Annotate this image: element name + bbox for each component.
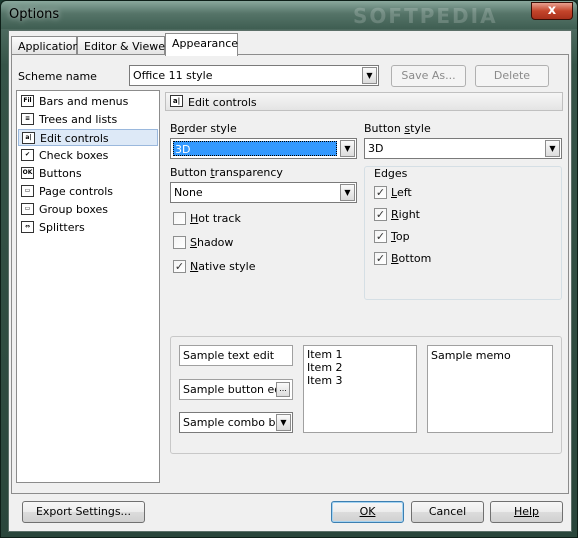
tab-appearance[interactable]: Appearance bbox=[165, 33, 238, 56]
list-item-page-controls[interactable]: ▭ Page controls bbox=[18, 183, 158, 200]
list-item[interactable]: Item 2 bbox=[307, 361, 343, 374]
title-bar[interactable]: Options SOFTPEDIA x bbox=[1, 1, 577, 29]
export-settings-button[interactable]: Export Settings... bbox=[22, 501, 145, 523]
tab-editor-viewers[interactable]: Editor & Viewers bbox=[77, 36, 175, 55]
tab-label: Appearance bbox=[172, 37, 239, 50]
close-icon: x bbox=[547, 3, 557, 18]
sample-button-edit-value: Sample button edit bbox=[183, 383, 289, 396]
list-item-trees-and-lists[interactable]: ≡ Trees and lists bbox=[18, 111, 158, 128]
close-button[interactable]: x bbox=[531, 2, 573, 20]
border-style-value: 3D bbox=[173, 141, 337, 156]
page-control-icon: ▭ bbox=[21, 185, 34, 197]
sample-text-edit-value: Sample text edit bbox=[183, 349, 275, 362]
checkbox-box[interactable] bbox=[173, 212, 186, 225]
check-icon[interactable]: ✓ bbox=[374, 252, 387, 265]
ok-label: OK bbox=[359, 505, 376, 518]
checkbox-label: Top bbox=[391, 230, 410, 243]
checkbox-label: Bottom bbox=[391, 252, 432, 265]
check-icon[interactable]: ✓ bbox=[374, 208, 387, 221]
checkbox-box[interactable] bbox=[173, 236, 186, 249]
check-icon[interactable]: ✓ bbox=[374, 186, 387, 199]
ok-button[interactable]: OK bbox=[331, 501, 404, 523]
border-style-label: Border style bbox=[170, 122, 237, 135]
window-title: Options bbox=[9, 7, 60, 22]
sample-button-edit[interactable]: Sample button edit ... bbox=[179, 379, 293, 400]
scheme-name-combo[interactable]: Office 11 style ▼ bbox=[129, 65, 379, 86]
button-style-label: Button style bbox=[364, 122, 431, 135]
checkbox-label: Shadow bbox=[190, 236, 234, 249]
chevron-down-icon[interactable]: ▼ bbox=[362, 67, 377, 84]
border-style-combo[interactable]: 3D ▼ bbox=[170, 138, 357, 159]
check-icon[interactable]: ✓ bbox=[374, 230, 387, 243]
list-item-label: Group boxes bbox=[39, 203, 109, 216]
checkbox-label: Left bbox=[391, 186, 412, 199]
button-style-value: 3D bbox=[368, 142, 384, 155]
button-transparency-combo[interactable]: None ▼ bbox=[170, 182, 357, 203]
sample-combo-box[interactable]: Sample combo box ▼ bbox=[179, 412, 293, 433]
button-transparency-label: Button transparency bbox=[170, 166, 283, 179]
delete-button[interactable]: Delete bbox=[475, 65, 549, 87]
chevron-down-icon[interactable]: ▼ bbox=[340, 184, 355, 201]
edges-title: Edges bbox=[374, 167, 408, 180]
checkbox-icon: ✔ bbox=[21, 149, 34, 161]
list-item-label: Trees and lists bbox=[39, 113, 118, 126]
section-title: Edit controls bbox=[188, 96, 257, 109]
list-item-check-boxes[interactable]: ✔ Check boxes bbox=[18, 147, 158, 164]
list-item-splitters[interactable]: ⇔ Splitters bbox=[18, 219, 158, 236]
splitter-icon: ⇔ bbox=[21, 221, 34, 233]
chevron-down-icon[interactable]: ▼ bbox=[276, 414, 291, 431]
list-item-label: Splitters bbox=[39, 221, 85, 234]
group-box-icon: ▭ bbox=[21, 203, 34, 215]
cancel-button[interactable]: Cancel bbox=[411, 501, 484, 523]
checkbox-label: Hot track bbox=[190, 212, 241, 225]
list-item-group-boxes[interactable]: ▭ Group boxes bbox=[18, 201, 158, 218]
list-item-edit-controls[interactable]: a| Edit controls bbox=[18, 129, 158, 146]
help-button[interactable]: Help bbox=[490, 501, 563, 523]
chevron-down-icon[interactable]: ▼ bbox=[340, 140, 355, 157]
help-label: Help bbox=[513, 505, 540, 518]
list-item[interactable]: Item 3 bbox=[307, 374, 343, 387]
button-transparency-value: None bbox=[174, 186, 203, 199]
menu-icon: Fil bbox=[21, 95, 34, 107]
button-style-combo[interactable]: 3D ▼ bbox=[364, 138, 562, 159]
section-header: a| Edit controls bbox=[165, 92, 563, 111]
ellipsis-icon[interactable]: ... bbox=[276, 382, 290, 397]
list-item-label: Edit controls bbox=[40, 132, 109, 145]
sample-memo-value: Sample memo bbox=[431, 349, 511, 362]
appearance-panel: Scheme name Office 11 style ▼ Save As...… bbox=[11, 54, 569, 494]
watermark: SOFTPEDIA bbox=[353, 4, 498, 28]
tab-label: Application bbox=[18, 40, 80, 53]
chevron-down-icon[interactable]: ▼ bbox=[545, 140, 560, 157]
checkbox-label: Right bbox=[391, 208, 420, 221]
sample-memo[interactable]: Sample memo bbox=[427, 345, 553, 433]
list-item-buttons[interactable]: OK Buttons bbox=[18, 165, 158, 182]
sample-combo-box-value: Sample combo box bbox=[183, 416, 289, 429]
list-item-label: Check boxes bbox=[39, 149, 109, 162]
list-item-label: Page controls bbox=[39, 185, 113, 198]
dialog-client: Application Editor & Viewers Appearance … bbox=[8, 30, 572, 532]
scheme-name-value: Office 11 style bbox=[133, 69, 213, 82]
tab-label: Editor & Viewers bbox=[84, 40, 176, 53]
options-window: Options SOFTPEDIA x Application Editor &… bbox=[0, 0, 578, 538]
edit-control-icon: a| bbox=[22, 132, 35, 144]
tab-application[interactable]: Application bbox=[11, 36, 80, 55]
category-list[interactable]: Fil Bars and menus ≡ Trees and lists a| … bbox=[16, 90, 160, 483]
button-icon: OK bbox=[21, 167, 34, 179]
sample-text-edit[interactable]: Sample text edit bbox=[179, 345, 293, 366]
sample-list-box[interactable]: Item 1 Item 2 Item 3 bbox=[303, 345, 417, 433]
checkbox-label: Native style bbox=[190, 260, 256, 273]
edit-control-icon: a| bbox=[170, 95, 183, 107]
check-icon[interactable]: ✓ bbox=[173, 260, 186, 273]
scheme-name-label: Scheme name bbox=[18, 70, 97, 83]
list-item-label: Buttons bbox=[39, 167, 82, 180]
list-item[interactable]: Item 1 bbox=[307, 348, 343, 361]
list-item-bars-and-menus[interactable]: Fil Bars and menus bbox=[18, 93, 158, 110]
tree-list-icon: ≡ bbox=[21, 113, 34, 125]
list-item-label: Bars and menus bbox=[39, 95, 129, 108]
save-as-button[interactable]: Save As... bbox=[391, 65, 466, 87]
